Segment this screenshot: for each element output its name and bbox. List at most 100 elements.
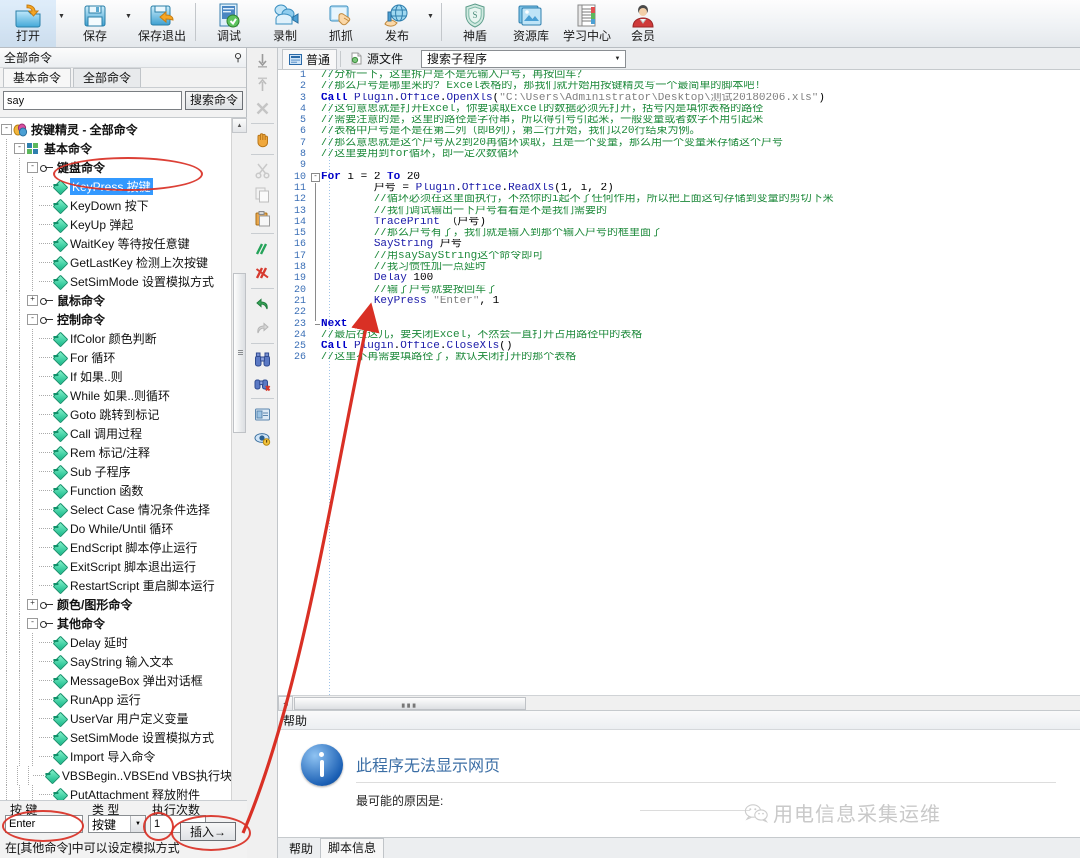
- command-tree-item[interactable]: EndScript 脚本停止运行: [0, 538, 232, 557]
- command-tree-item[interactable]: Rem 标记/注释: [0, 443, 232, 462]
- command-tree-item[interactable]: RestartScript 重启脚本运行: [0, 576, 232, 595]
- code-line[interactable]: //那么户号有了，我们就是输入到那个输入户号的框里面了: [321, 228, 1080, 239]
- tool-button-replace-binoculars[interactable]: [247, 371, 278, 395]
- command-tree-group[interactable]: + 鼠标命令: [0, 291, 232, 310]
- tool-button-eye-watch[interactable]: [247, 426, 278, 450]
- code-line[interactable]: KeyPress "Enter", 1: [321, 296, 1080, 307]
- code-line[interactable]: //分析一下，这里拆户是不是先输入户号，再按回车？: [321, 70, 1080, 81]
- command-tree-group[interactable]: + 颜色/图形命令: [0, 595, 232, 614]
- command-tree-item[interactable]: SetSimMode 设置模拟方式: [0, 728, 232, 747]
- toolbar-button-shield[interactable]: S 神盾: [447, 0, 503, 47]
- toolbar-button-open-folder[interactable]: 打开: [0, 0, 56, 47]
- toolbar-button-resource-library[interactable]: 资源库: [503, 0, 559, 47]
- command-tree-group[interactable]: - 键盘命令: [0, 158, 232, 177]
- tool-button-find-binoculars[interactable]: [247, 347, 278, 371]
- chevron-down-icon[interactable]: ▼: [56, 0, 67, 45]
- editor-hscrollbar[interactable]: ◀ ▖▖▖: [278, 695, 1080, 711]
- command-tree-item[interactable]: UserVar 用户定义变量: [0, 709, 232, 728]
- command-tree-root[interactable]: - 按键精灵 - 全部命令: [0, 120, 232, 139]
- search-input[interactable]: [3, 91, 182, 110]
- command-tree-container[interactable]: - 按键精灵 - 全部命令 - 基本命令 - 键盘命令 KeyPress 按键 KeyDown…: [0, 117, 247, 833]
- code-line[interactable]: //那么意思就是这个户号从2到20再循环读取，且是一个变量，那么用一个变量来存储…: [321, 138, 1080, 149]
- type-select[interactable]: 按键 ▼: [88, 815, 146, 833]
- tool-button-delete-x[interactable]: [247, 96, 278, 120]
- editor-scroll-left-button[interactable]: ◀: [278, 696, 293, 711]
- code-line[interactable]: 户号 = Plugin.Office.ReadXls(1, i, 2): [321, 183, 1080, 194]
- subprocedure-select[interactable]: 搜索子程序 ▼: [421, 49, 627, 68]
- code-line[interactable]: //输了户号就要按回车了: [321, 285, 1080, 296]
- pin-icon[interactable]: ⚲: [234, 51, 242, 64]
- command-tree-item[interactable]: While 如果..则循环: [0, 386, 232, 405]
- code-line[interactable]: Call Plugin.Office.CloseXls(): [321, 341, 1080, 352]
- code-line[interactable]: //最后在这儿，要关闭Excel，不然会一直打开占用路径中的表格: [321, 330, 1080, 341]
- command-tree-item[interactable]: KeyUp 弹起: [0, 215, 232, 234]
- tool-button-copy[interactable]: [247, 182, 278, 206]
- command-tree-item[interactable]: Delay 延时: [0, 633, 232, 652]
- code-line[interactable]: //这句意思就是打开Excel，你要读取Excel的数据必须先打开，括号内是填你…: [321, 104, 1080, 115]
- tree-expander[interactable]: -: [0, 120, 13, 139]
- tool-button-undo[interactable]: [247, 292, 278, 316]
- tool-button-redo[interactable]: [247, 316, 278, 340]
- command-tree-item[interactable]: VBSBegin..VBSEnd VBS执行块: [0, 766, 232, 785]
- help-tab-0[interactable]: 帮助: [282, 841, 320, 858]
- command-tree-item[interactable]: Do While/Until 循环: [0, 519, 232, 538]
- command-tree-item[interactable]: Function 函数: [0, 481, 232, 500]
- code-line[interactable]: //我们调试输出一下户号看看是不是我们需要的: [321, 206, 1080, 217]
- code-line[interactable]: //我习惯性加一点延时: [321, 262, 1080, 273]
- tool-button-bookmark-card[interactable]: [247, 402, 278, 426]
- command-tree-item[interactable]: IfColor 颜色判断: [0, 329, 232, 348]
- chevron-down-icon[interactable]: ▼: [610, 51, 625, 67]
- code-line[interactable]: Call Plugin.Office.OpenXls("C:\Users\Adm…: [321, 93, 1080, 104]
- code-line[interactable]: //用saySayString这个命令即可: [321, 251, 1080, 262]
- code-line[interactable]: Next: [321, 319, 1080, 330]
- help-tab-1[interactable]: 脚本信息: [320, 838, 385, 858]
- toolbar-button-save-exit[interactable]: 保存退出: [134, 0, 190, 47]
- tool-button-uncomment-red[interactable]: [247, 261, 278, 285]
- tab-normal-view[interactable]: 普通: [282, 48, 338, 69]
- command-tree-group[interactable]: - 其他命令: [0, 614, 232, 633]
- tool-button-paste[interactable]: [247, 206, 278, 230]
- command-tree-item[interactable]: RunApp 运行: [0, 690, 232, 709]
- tree-expander[interactable]: -: [13, 139, 26, 158]
- command-tree-item[interactable]: SetSimMode 设置模拟方式: [0, 272, 232, 291]
- code-line[interactable]: //需要注意的是，这里的路径是字符串，所以得引号引起来，一般变量或者数字不用引起…: [321, 115, 1080, 126]
- commands-tab-1[interactable]: 全部命令: [73, 68, 142, 87]
- code-line[interactable]: SayString 户号: [321, 239, 1080, 250]
- code-line[interactable]: TracePrint （户号): [321, 217, 1080, 228]
- tree-expander[interactable]: +: [26, 595, 39, 614]
- commands-tab-0[interactable]: 基本命令: [3, 68, 72, 87]
- command-tree-group[interactable]: - 基本命令: [0, 139, 232, 158]
- tree-expander[interactable]: -: [26, 614, 39, 633]
- tool-button-cut[interactable]: [247, 158, 278, 182]
- code-line[interactable]: Delay 100: [321, 273, 1080, 284]
- toolbar-button-save-disk[interactable]: 保存: [67, 0, 123, 47]
- tool-button-hand-grab[interactable]: [247, 127, 278, 151]
- code-line[interactable]: //表格中户号是不是在第二列（即B列），第二行开始，我们以20行结束为例。: [321, 126, 1080, 137]
- command-tree-item[interactable]: Sub 子程序: [0, 462, 232, 481]
- command-tree-item[interactable]: WaitKey 等待按任意键: [0, 234, 232, 253]
- editor-hscroll-thumb[interactable]: ▖▖▖: [294, 697, 526, 710]
- toolbar-button-record[interactable]: 录制: [257, 0, 313, 47]
- code-line[interactable]: [321, 307, 1080, 318]
- command-tree-item[interactable]: Import 导入命令: [0, 747, 232, 766]
- toolbar-button-learning-center[interactable]: 学习中心: [559, 0, 615, 47]
- command-tree-item[interactable]: Select Case 情况条件选择: [0, 500, 232, 519]
- command-tree-item[interactable]: KeyDown 按下: [0, 196, 232, 215]
- toolbar-button-debug[interactable]: 调试: [201, 0, 257, 47]
- chevron-down-icon[interactable]: ▼: [123, 0, 134, 45]
- tree-expander[interactable]: -: [26, 310, 39, 329]
- code-editor[interactable]: 1 2 3 4 5 6 7 8 9 10 11 12 13 14 15 16 17 18 19 20 21 22 23 24 2…: [278, 70, 1080, 695]
- code-line[interactable]: //循环必须在这里面执行，不然你的i起不了任何作用，所以把上面这句存储到变量的剪…: [321, 194, 1080, 205]
- code-line[interactable]: //那么户号是哪里来的? Excel表格的，那我们就开始用按键精灵写一个最简单的…: [321, 81, 1080, 92]
- key-input[interactable]: [5, 815, 83, 833]
- code-line[interactable]: //这里要用到for循环，即一定次数循环: [321, 149, 1080, 160]
- tree-expander[interactable]: -: [26, 158, 39, 177]
- tool-button-move-down[interactable]: [247, 48, 278, 72]
- command-tree-group[interactable]: - 控制命令: [0, 310, 232, 329]
- fold-collapse-box[interactable]: -: [311, 172, 320, 182]
- command-tree-item[interactable]: ExitScript 脚本退出运行: [0, 557, 232, 576]
- code-line[interactable]: For i = 2 To 20: [321, 172, 1080, 183]
- chevron-down-icon[interactable]: ▼: [130, 816, 145, 832]
- command-tree-item[interactable]: SayString 输入文本: [0, 652, 232, 671]
- command-tree-item[interactable]: KeyPress 按键: [0, 177, 232, 196]
